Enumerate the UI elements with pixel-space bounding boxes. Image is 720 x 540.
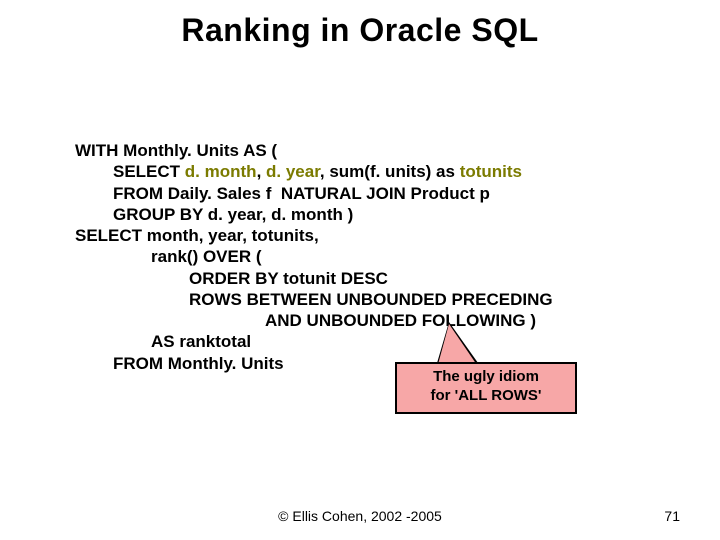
code-line: SELECT month, year, totunits, <box>75 226 319 245</box>
code-highlight: d. year <box>266 162 320 181</box>
copyright-text: © Ellis Cohen, 2002 -2005 <box>0 508 720 524</box>
code-highlight: totunits <box>460 162 522 181</box>
code-line: ROWS BETWEEN UNBOUNDED PRECEDING <box>75 290 553 309</box>
page-number: 71 <box>664 508 680 524</box>
code-line: rank() OVER ( <box>75 247 262 266</box>
code-line: FROM Daily. Sales f NATURAL JOIN Product… <box>75 184 490 203</box>
code-text: SELECT <box>113 162 185 181</box>
code-line: FROM Monthly. Units <box>75 354 284 373</box>
code-highlight: d. month <box>185 162 257 181</box>
code-line: WITH Monthly. Units AS ( <box>75 141 277 160</box>
code-text: , <box>257 162 266 181</box>
code-line: ORDER BY totunit DESC <box>75 269 388 288</box>
slide-title: Ranking in Oracle SQL <box>0 0 720 49</box>
callout-text: for 'ALL ROWS' <box>430 387 541 404</box>
callout-box: The ugly idiom for 'ALL ROWS' <box>395 362 577 414</box>
code-text: , sum(f. units) as <box>320 162 460 181</box>
code-line: AS ranktotal <box>75 332 251 351</box>
callout: The ugly idiom for 'ALL ROWS' <box>395 362 577 414</box>
callout-text: The ugly idiom <box>433 368 539 385</box>
code-line: GROUP BY d. year, d. month ) <box>75 205 353 224</box>
